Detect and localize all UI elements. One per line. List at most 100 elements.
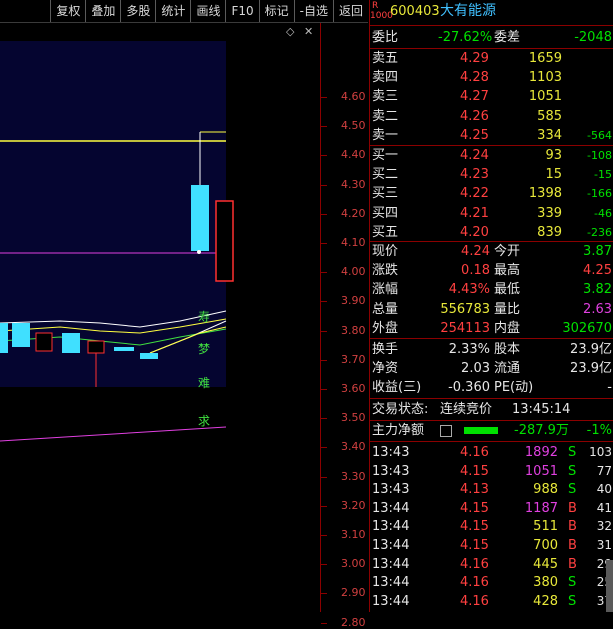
quote-value: -0.360 xyxy=(448,380,490,396)
tick-row[interactable]: 13:43 4.16 1892 S 103 xyxy=(370,443,613,462)
tick-side: B xyxy=(568,500,577,516)
divider xyxy=(370,25,613,26)
quote-row: 现价 4.24 今开 3.87 xyxy=(370,242,613,261)
tick-time: 13:44 xyxy=(372,538,410,553)
tick-row[interactable]: 13:44 4.16 428 S 37 xyxy=(370,592,613,611)
ask-row[interactable]: 卖三 4.27 1051 xyxy=(370,87,613,106)
tick-volume: 428 xyxy=(533,593,558,609)
f10-button[interactable]: F10 xyxy=(225,0,258,22)
axis-tick-label: 3.10 xyxy=(341,528,366,541)
candle xyxy=(62,333,80,353)
stock-name: 大有能源 xyxy=(440,3,496,19)
ask-row[interactable]: 卖一 4.25 334 -564 xyxy=(370,126,613,145)
price-axis: 4.60 4.50 4.40 4.30 4.20 4.10 4.00 3.90 3.80 3.70… xyxy=(320,23,369,629)
level-change: -15 xyxy=(594,168,612,182)
quote-value: 3.82 xyxy=(583,282,612,298)
draw-line-button[interactable]: 画线 xyxy=(190,0,225,22)
level-change: -108 xyxy=(587,149,612,162)
axis-tick-label: 4.10 xyxy=(341,236,366,249)
fuquan-button[interactable]: 复权 xyxy=(50,0,85,22)
level-volume: 15 xyxy=(545,167,562,183)
stats-button[interactable]: 统计 xyxy=(155,0,190,22)
axis-tick-mark xyxy=(321,272,327,274)
quote-label: 流通 xyxy=(494,361,521,377)
list-icon[interactable] xyxy=(440,425,452,437)
level-price: 4.28 xyxy=(460,70,489,86)
level-label: 买四 xyxy=(372,205,399,221)
tick-row[interactable]: 13:44 4.15 1187 B 41 xyxy=(370,499,613,518)
tick-count: 31 xyxy=(596,538,612,552)
level-volume: 1051 xyxy=(528,89,562,105)
annotation-char: 难 xyxy=(198,376,210,390)
close-icon[interactable]: ✕ xyxy=(304,25,313,38)
axis-tick-label: 3.40 xyxy=(341,440,366,454)
level-volume: 839 xyxy=(537,224,562,240)
weicha-label: 委差 xyxy=(494,30,521,45)
ask-row[interactable]: 卖二 4.26 585 xyxy=(370,107,613,126)
remove-watchlist-button[interactable]: -自选 xyxy=(293,0,333,22)
quote-label: 量比 xyxy=(494,301,521,317)
trade-status-time: 13:45:14 xyxy=(512,402,571,417)
level-volume: 339 xyxy=(537,205,562,221)
quote-label: 现价 xyxy=(372,244,399,259)
ask-row[interactable]: 卖五 4.29 1659 xyxy=(370,49,613,68)
chart-subbar: ◇ ✕ xyxy=(0,23,320,41)
tick-time: 13:43 xyxy=(372,482,410,498)
level-volume: 1398 xyxy=(528,186,562,202)
scrollbar[interactable] xyxy=(606,560,613,612)
tick-side: S xyxy=(568,593,577,609)
tick-time: 13:44 xyxy=(372,575,410,591)
tick-row[interactable]: 13:44 4.16 445 B 29 xyxy=(370,555,613,574)
tick-volume: 988 xyxy=(533,482,558,498)
quote-value: 302670 xyxy=(562,320,612,336)
kline-svg: 寿 梦 难 求 xyxy=(0,41,234,442)
tick-volume: 445 xyxy=(533,556,558,572)
bid-row[interactable]: 买四 4.21 339 -46 xyxy=(370,204,613,223)
quote-row: 净资 2.03 流通 23.9亿 xyxy=(370,359,613,378)
overlay-button[interactable]: 叠加 xyxy=(85,0,120,22)
axis-tick-label: 3.50 xyxy=(341,411,366,425)
axis-tick-mark xyxy=(321,622,327,624)
tick-row[interactable]: 13:43 4.15 1051 S 77 xyxy=(370,462,613,481)
axis-tick-mark xyxy=(321,243,327,244)
bid-row[interactable]: 买一 4.24 93 -108 xyxy=(370,146,613,165)
flow-bar xyxy=(464,427,498,434)
level-volume: 1103 xyxy=(528,70,562,86)
ask-row[interactable]: 卖四 4.28 1103 xyxy=(370,68,613,87)
tick-volume: 1892 xyxy=(524,445,558,460)
tick-row[interactable]: 13:44 4.15 511 B 32 xyxy=(370,517,613,536)
level-label: 卖四 xyxy=(372,70,399,86)
level-price: 4.22 xyxy=(460,186,489,202)
quote-value: 4.43% xyxy=(448,282,490,298)
mark-button[interactable]: 标记 xyxy=(258,0,294,22)
level-price: 4.26 xyxy=(460,108,489,124)
tick-row[interactable]: 13:44 4.15 700 B 31 xyxy=(370,536,613,555)
trade-status-value: 连续竞价 xyxy=(440,402,493,417)
bid-row[interactable]: 买五 4.20 839 -236 xyxy=(370,223,613,242)
tick-row[interactable]: 13:43 4.13 988 S 40 xyxy=(370,480,613,499)
kline-chart[interactable]: 寿 梦 难 求 xyxy=(0,41,320,612)
tick-time: 13:44 xyxy=(372,593,410,609)
main-flow-value: -287.9万 xyxy=(514,423,569,438)
axis-tick-mark xyxy=(321,97,327,98)
bid-row[interactable]: 买二 4.23 15 -15 xyxy=(370,165,613,184)
level-change: -564 xyxy=(587,128,612,142)
back-button[interactable]: 返回 xyxy=(332,0,368,22)
quote-row: 涨幅 4.43% 最低 3.82 xyxy=(370,280,613,299)
quote-row: 总量 556783 量比 2.63 xyxy=(370,300,613,319)
axis-tick-mark xyxy=(321,155,327,157)
diamond-icon[interactable]: ◇ xyxy=(286,25,294,38)
tick-row[interactable]: 13:44 4.16 380 S 25 xyxy=(370,573,613,592)
tick-price: 4.16 xyxy=(460,575,489,591)
multi-stock-button[interactable]: 多股 xyxy=(120,0,155,22)
quote-label: 涨跌 xyxy=(372,263,399,279)
annotation-char: 求 xyxy=(198,414,210,428)
tick-time: 13:44 xyxy=(372,556,410,572)
level-price: 4.25 xyxy=(460,127,489,143)
axis-tick-label: 3.70 xyxy=(341,352,366,366)
level-price: 4.27 xyxy=(460,89,489,105)
divider xyxy=(370,398,613,399)
trend-line xyxy=(0,426,227,442)
bid-row[interactable]: 买三 4.22 1398 -166 xyxy=(370,184,613,203)
axis-tick-mark xyxy=(321,330,327,332)
